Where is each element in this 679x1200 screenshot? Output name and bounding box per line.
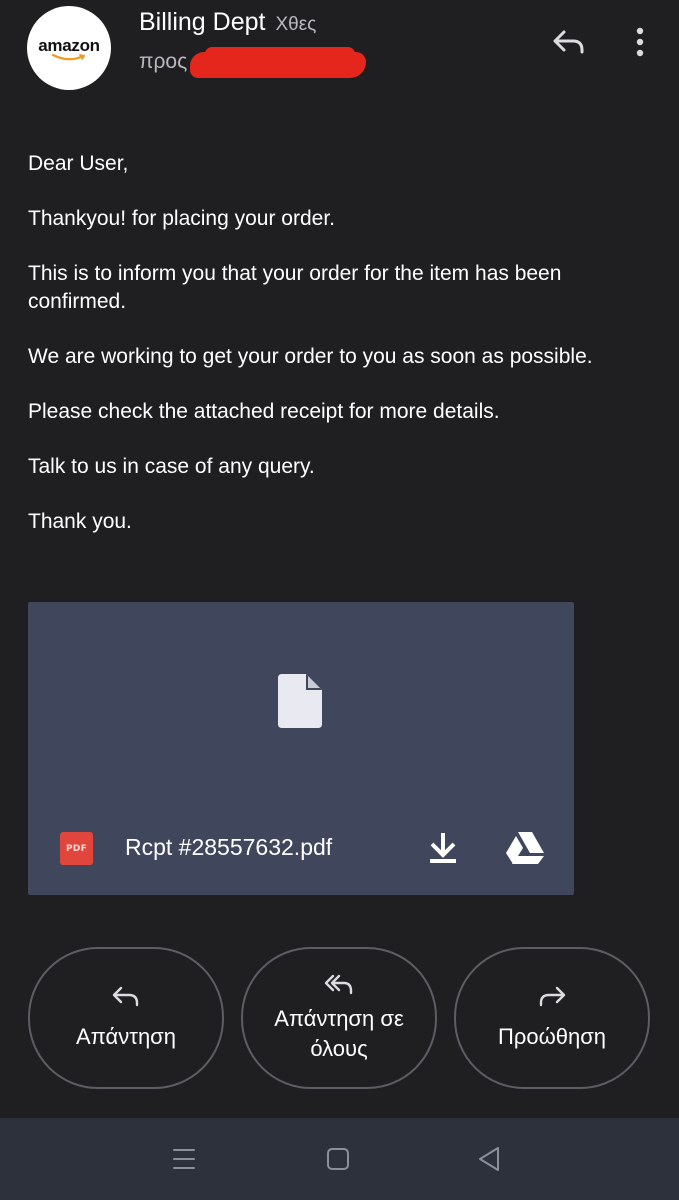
redaction-mark [190,52,366,78]
pdf-icon: PDF [60,832,93,865]
email-paragraph: We are working to get your order to you … [28,345,593,368]
email-greeting: Dear User, [28,152,129,175]
pdf-badge-label: PDF [65,843,88,854]
file-icon [278,674,322,728]
forward-icon [539,986,566,1007]
reply-all-icon [324,974,353,995]
reply-all-label: Απάντηση σε όλους [274,1006,404,1061]
reply-icon[interactable] [548,22,588,62]
email-paragraph: Thankyou! for placing your order. [28,207,336,230]
attachment-file-name[interactable]: Rcpt #28557632.pdf [125,834,332,861]
email-screen: amazon Billing Dept Χθες προς Dear User,… [0,0,679,1200]
email-date: Χθες [275,14,317,35]
amazon-logo-text: amazon [38,36,100,55]
sender-name[interactable]: Billing Dept [139,8,265,37]
home-icon[interactable] [320,1142,356,1176]
email-paragraph: Please check the attached receipt for mo… [28,400,500,423]
reply-all-button[interactable]: Απάντηση σε όλους [241,947,437,1089]
amazon-smile-icon [51,54,86,61]
more-options-icon[interactable] [620,22,660,62]
download-icon[interactable] [426,830,460,866]
email-signoff: Thank you. [28,510,132,533]
menu-icon[interactable] [166,1142,202,1176]
system-navigation-bar [0,1118,679,1200]
reply-label: Απάντηση [76,1024,176,1049]
attachment-card[interactable]: PDF Rcpt #28557632.pdf [28,602,574,895]
forward-label: Προώθηση [497,1024,607,1049]
drive-icon[interactable] [504,830,546,866]
email-body: Dear User, Thankyou! for placing your or… [28,150,648,563]
sender-line: Billing Dept Χθες [139,8,316,37]
recipient-line[interactable]: προς [139,50,187,74]
forward-button[interactable]: Προώθηση [454,947,650,1089]
email-paragraph: Talk to us in case of any query. [28,455,315,478]
sender-avatar[interactable]: amazon [27,6,111,90]
back-icon[interactable] [472,1142,508,1176]
reply-icon [112,986,139,1007]
reply-button[interactable]: Απάντηση [28,947,224,1089]
email-paragraph: This is to inform you that your order fo… [28,262,562,313]
